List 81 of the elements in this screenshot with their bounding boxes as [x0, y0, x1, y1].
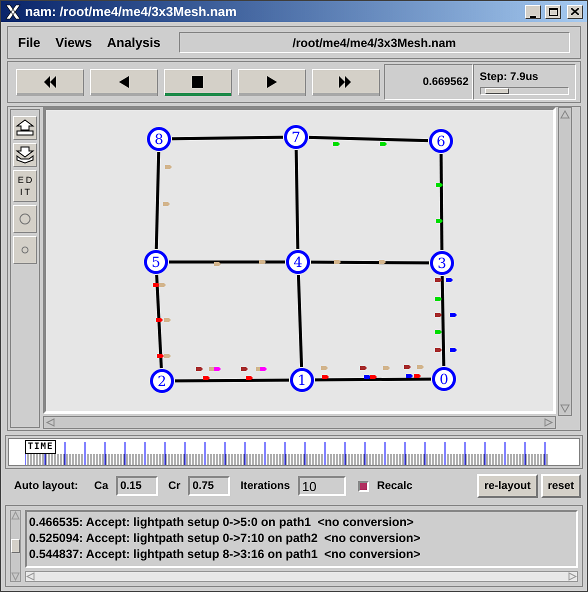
network-node[interactable]: 8 [147, 127, 171, 151]
network-node[interactable]: 2 [150, 369, 174, 393]
back-button[interactable] [90, 68, 158, 96]
scroll-thumb[interactable] [11, 538, 20, 552]
input-field[interactable]: 10 [298, 476, 346, 496]
network-node[interactable]: 0 [432, 367, 456, 391]
window-title: nam: /root/me4/me4/3x3Mesh.nam [25, 2, 237, 21]
forward-icon [339, 76, 353, 88]
packet-icon [380, 142, 387, 146]
log-line: 0.466535: Accept: lightpath setup 0->5:0 on path1 <no conversion> [29, 514, 415, 530]
step-slider[interactable] [480, 87, 569, 96]
rewind-button[interactable] [16, 68, 84, 96]
packet-icon [435, 348, 442, 352]
packet-icon [436, 183, 443, 187]
network-node[interactable]: 4 [286, 250, 310, 274]
rewind-icon [43, 76, 57, 88]
app-logo-icon [5, 4, 21, 20]
small-circle-button[interactable] [13, 236, 37, 264]
packet-icon [259, 260, 266, 264]
forward-button[interactable] [312, 68, 380, 96]
big-circle-button[interactable] [13, 205, 37, 233]
scroll-left-icon[interactable] [26, 572, 35, 581]
input-field[interactable]: 0.75 [188, 476, 230, 496]
minimize-icon [530, 16, 536, 18]
packet-icon [435, 313, 442, 317]
auto-layout-label: Auto layout: [14, 478, 78, 494]
edit-button[interactable]: EDIT [13, 170, 37, 202]
minimize-button[interactable] [525, 4, 541, 18]
field-label: Cr [168, 478, 180, 494]
play-icon [265, 76, 279, 88]
field-label: Iterations [240, 478, 290, 494]
menu-item[interactable]: Views [55, 32, 92, 52]
packet-icon [334, 260, 341, 264]
packet-icon [436, 219, 443, 223]
checkbox-label: Recalc [376, 478, 412, 494]
menu-item[interactable]: File [18, 32, 40, 52]
log-vertical-scrollbar[interactable] [10, 510, 21, 582]
slider-thumb[interactable] [485, 88, 510, 94]
time-slider-thumb[interactable]: TIME [24, 440, 56, 454]
stop-button[interactable] [164, 68, 232, 96]
circle-icon [21, 246, 29, 254]
zoom-out-button[interactable] [13, 143, 37, 167]
packet-icon [163, 202, 170, 206]
packet-icon [435, 330, 442, 334]
network-node[interactable]: 7 [284, 125, 308, 149]
packet-icon [450, 348, 457, 352]
packet-icon [165, 165, 172, 169]
network-node[interactable]: 1 [290, 368, 314, 392]
input-field[interactable]: 0.15 [116, 476, 158, 496]
back-icon [117, 76, 131, 88]
zoom-in-icon [15, 119, 35, 137]
close-icon [571, 8, 579, 15]
scroll-right-icon[interactable] [568, 572, 577, 581]
packet-icon [435, 297, 442, 301]
maximize-button[interactable] [545, 4, 561, 18]
timeline-slider[interactable]: TIME [8, 438, 580, 466]
log-line: 0.525094: Accept: lightpath setup 0->7:10 on path2 <no conversion> [29, 530, 422, 546]
recalc-checkbox[interactable] [358, 480, 369, 492]
log-horizontal-scrollbar[interactable] [25, 571, 578, 582]
packet-icon [379, 260, 386, 264]
network-node[interactable]: 5 [144, 250, 168, 274]
file-path-field: /root/me4/me4/3x3Mesh.nam [178, 32, 570, 53]
menu-item[interactable]: Analysis [107, 32, 161, 52]
log-line: 0.544837: Accept: lightpath setup 8->3:16 on path1 <no conversion> [29, 546, 422, 562]
time-display: 0.669562 [384, 64, 473, 100]
packet-icon [450, 313, 457, 317]
step-label: Step: 7.9us [480, 70, 540, 85]
maximize-icon [548, 8, 558, 16]
action-button[interactable]: re-layout [477, 474, 538, 498]
stop-icon [191, 76, 205, 88]
zoom-in-button[interactable] [13, 116, 37, 140]
play-button[interactable] [238, 68, 306, 96]
network-node[interactable]: 6 [429, 129, 453, 153]
field-label: Ca [94, 478, 108, 494]
packet-icon [333, 142, 340, 146]
action-button[interactable]: reset [540, 474, 581, 498]
network-node[interactable]: 3 [430, 251, 454, 275]
packet-icon [214, 262, 221, 266]
circle-icon [19, 213, 31, 225]
zoom-out-icon [15, 146, 35, 164]
close-button[interactable] [567, 4, 583, 18]
